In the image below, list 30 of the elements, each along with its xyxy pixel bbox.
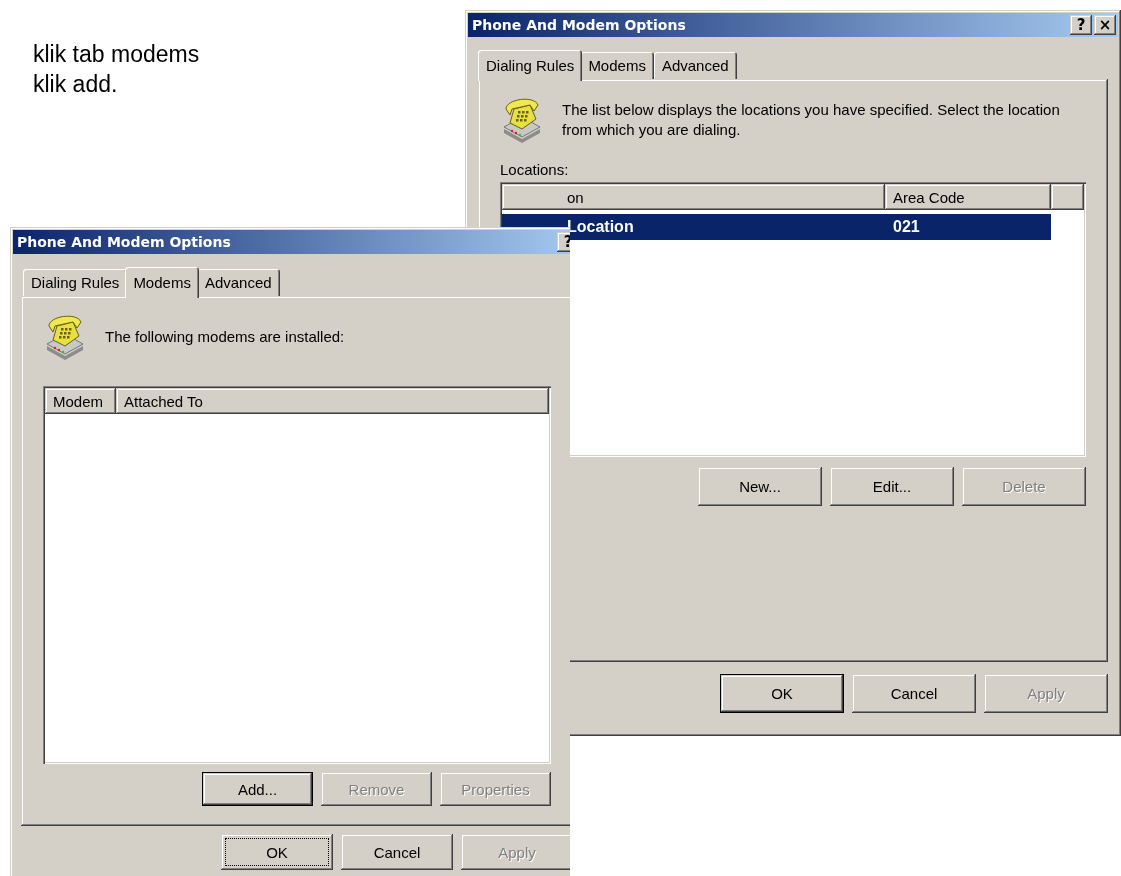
column-header[interactable]: on (502, 184, 885, 210)
list-button[interactable]: New... (698, 467, 822, 506)
list-button[interactable]: Edit... (830, 467, 954, 506)
dialog-button[interactable]: Cancel (341, 834, 453, 870)
close-button[interactable]: × (1094, 15, 1116, 35)
column-header[interactable]: Attached To (116, 388, 549, 414)
tab[interactable]: Modems (125, 267, 199, 298)
list-view[interactable]: Modem Attached To (43, 386, 551, 764)
dialog-button[interactable]: OK (221, 834, 333, 870)
window-title: Phone And Modem Options (17, 234, 231, 250)
tab[interactable]: Modems (580, 52, 654, 79)
list-button[interactable]: Add... (202, 772, 313, 806)
description-text: The list below displays the locations you have specified. Select the location from which you are dialing. (562, 100, 1061, 140)
list-cell-text: 021 (892, 217, 921, 237)
list-cell-text: Location (566, 217, 635, 235)
tab[interactable]: Advanced (653, 52, 737, 79)
dialog-button[interactable]: OK (720, 674, 844, 713)
column-header[interactable]: Area Code (885, 184, 1051, 210)
instruction-text: klik tab modems (33, 40, 200, 68)
help-button[interactable]: ? (1070, 15, 1092, 35)
column-header[interactable]: Modem (45, 388, 116, 414)
description-text: The following modems are installed: (105, 327, 345, 347)
instruction-text: klik add. (33, 70, 119, 98)
tab[interactable]: Dialing Rules (478, 50, 583, 81)
list-label: Locations: (500, 161, 570, 178)
dialog-button[interactable]: Cancel (852, 674, 976, 713)
window-title: Phone And Modem Options (472, 17, 686, 33)
column-header (1051, 184, 1084, 210)
tab[interactable]: Dialing Rules (23, 269, 128, 296)
tab[interactable]: Advanced (196, 269, 280, 296)
